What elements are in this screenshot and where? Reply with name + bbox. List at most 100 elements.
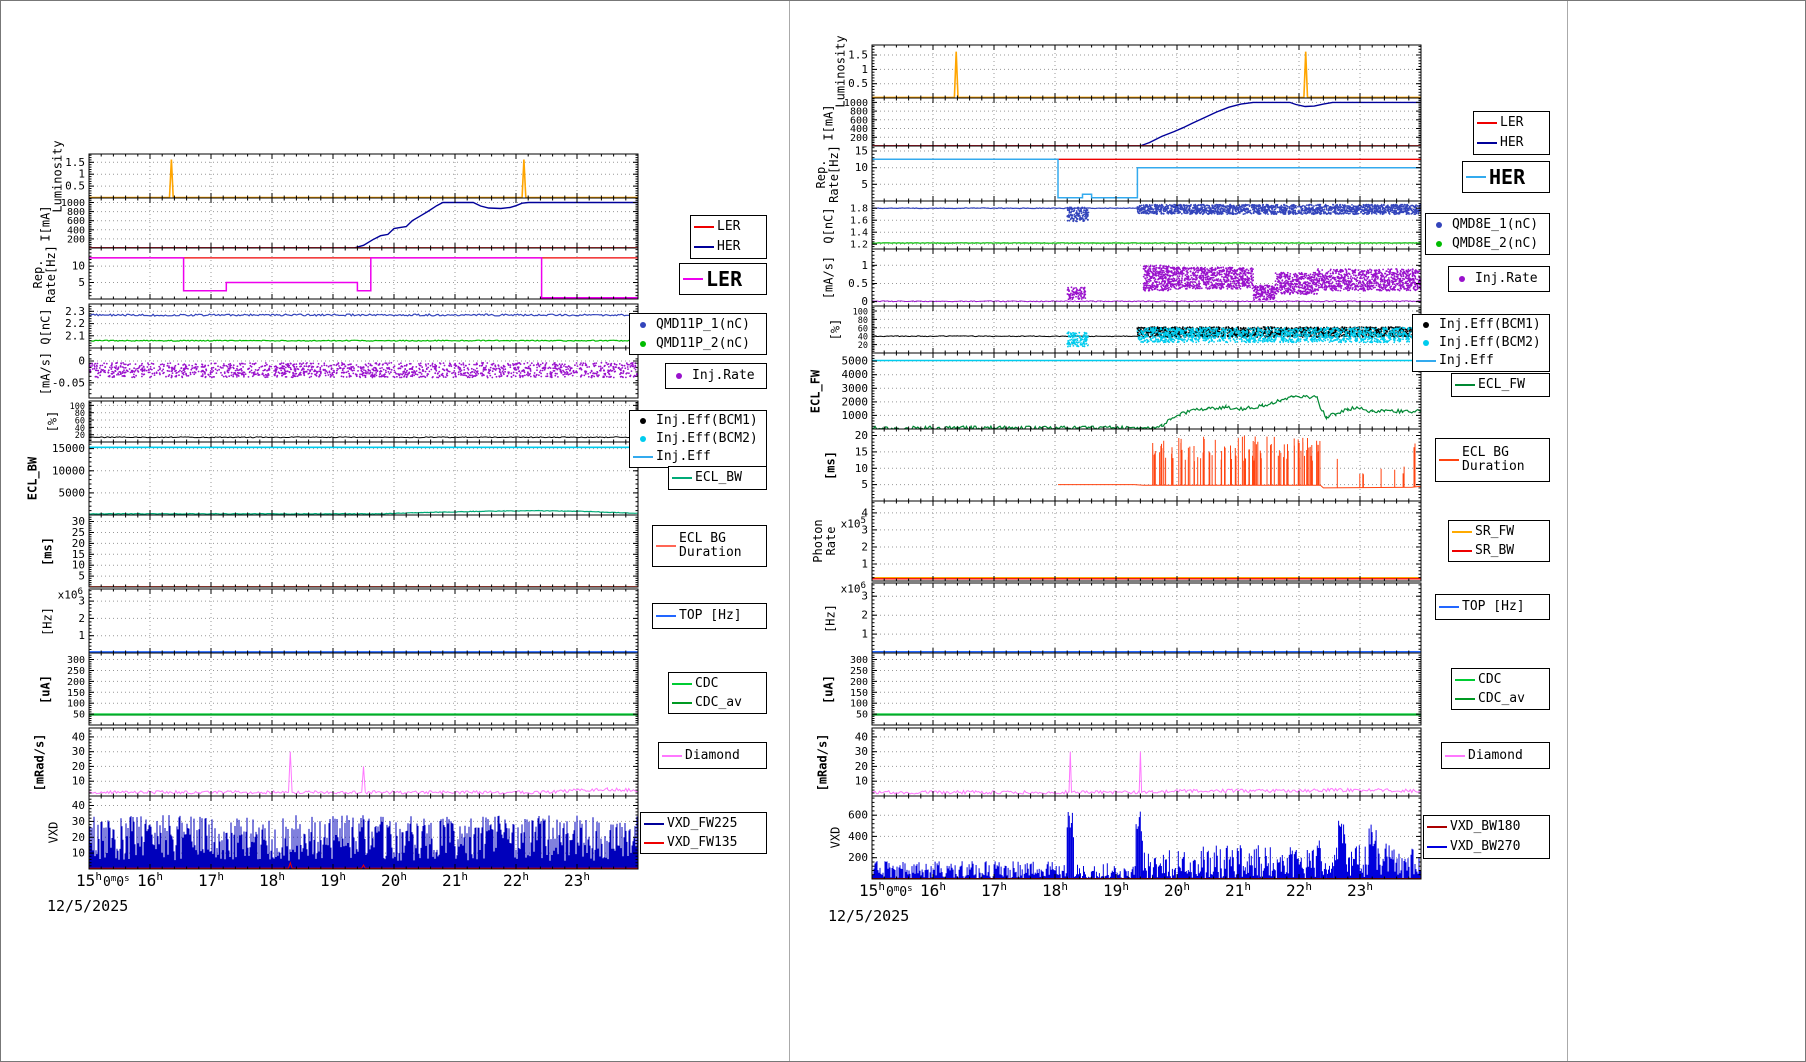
legend-entry: TOP [Hz] <box>1436 600 1549 614</box>
legend-entry: CDC <box>1452 673 1549 687</box>
legend-label: Inj.Eff(BCM1) <box>1439 318 1541 332</box>
ylabel-mrad-0: [mRad/s] <box>34 702 47 822</box>
legend-label: VXD_BW270 <box>1450 840 1520 854</box>
legend-label: LER <box>706 272 742 286</box>
svg-text:250: 250 <box>67 666 85 677</box>
legend-top-1: TOP [Hz] <box>1435 594 1550 620</box>
line-marker-icon <box>1452 384 1478 386</box>
line-marker-icon <box>1424 846 1450 848</box>
subplot-rep-0: 105 <box>72 248 638 299</box>
beam-background-monitor-page: 1.510.510008006004002001052.32.22.10-0.0… <box>0 0 1806 1062</box>
svg-text:200: 200 <box>67 677 85 688</box>
subplot-ecl-0: 15000100005000 <box>52 442 638 515</box>
legend-entry: TOP [Hz] <box>653 609 766 623</box>
legend-injeff-1: Inj.Eff(BCM1) Inj.Eff(BCM2) Inj.Eff <box>1412 314 1550 372</box>
legend-entry: QMD11P_2(nC) <box>630 337 766 351</box>
subplot-pct-0: 10080604020 <box>70 401 638 442</box>
svg-text:5: 5 <box>78 276 85 289</box>
line-marker-icon <box>1449 550 1475 552</box>
line-marker-icon <box>1436 459 1462 461</box>
subplot-rep-1: 15105 <box>855 145 1421 202</box>
legend-injeff-0: Inj.Eff(BCM1)Inj.Eff(BCM2)Inj.Eff <box>629 410 767 468</box>
svg-text:5: 5 <box>861 178 868 191</box>
dot-marker-icon <box>1426 222 1452 228</box>
subplot-lumi-0: 1.510.5 <box>65 154 638 198</box>
svg-text:30: 30 <box>72 745 85 758</box>
svg-text:1: 1 <box>861 63 868 76</box>
legend-entry: Inj.Eff(BCM1) <box>630 414 766 428</box>
subplot-mrad-0: 40302010 <box>72 728 638 796</box>
line-marker-icon <box>680 278 706 280</box>
subplot-top-0: 321 <box>78 589 638 653</box>
legend-label: Inj.Eff(BCM2) <box>1439 336 1541 350</box>
legend-ring-0: LER <box>679 263 767 295</box>
svg-text:200: 200 <box>67 234 85 245</box>
legend-label: HER <box>1500 136 1523 150</box>
legend-diamond-1: Diamond <box>1441 742 1550 769</box>
svg-text:40: 40 <box>72 799 85 812</box>
legend-current-1: LERHER <box>1473 111 1550 155</box>
legend-label: QMD8E_1(nC) <box>1452 218 1538 232</box>
line-marker-icon <box>1474 122 1500 124</box>
scale-label-photon-1: x105 <box>808 515 866 531</box>
svg-text:50: 50 <box>73 710 85 721</box>
svg-text:15: 15 <box>855 145 868 158</box>
legend-entry: LER <box>691 220 766 234</box>
subplot-ima-0: 1000800600400200 <box>61 198 638 248</box>
subplot-q-1: 1.81.61.41.2 <box>850 201 1422 251</box>
x-tick-label: 22h <box>503 870 529 890</box>
svg-text:20: 20 <box>72 831 85 844</box>
legend-label: ECL_FW <box>1478 378 1525 392</box>
legend-charge-1: QMD8E_1(nC)QMD8E_2(nC) <box>1425 213 1550 255</box>
legend-entry: HER <box>1474 136 1549 150</box>
svg-text:200: 200 <box>850 133 868 144</box>
legend-entry: SR_FW <box>1449 525 1549 539</box>
ylabel-vxd-1: VXD <box>830 778 843 898</box>
dot-marker-icon <box>630 322 656 328</box>
legend-entry: Inj.Eff <box>1413 354 1549 368</box>
legend-label: SR_BW <box>1475 544 1514 558</box>
legend-label: CDC_av <box>1478 692 1525 706</box>
legend-label: Inj.Eff(BCM1) <box>656 414 758 428</box>
svg-text:2.3: 2.3 <box>65 305 85 318</box>
line-marker-icon <box>659 755 685 757</box>
subplot-pct-1: 10080604020 <box>853 306 1422 353</box>
legend-label: Inj.Rate <box>1475 272 1538 286</box>
legend-label: Inj.Eff(BCM2) <box>656 432 758 446</box>
x-tick-label: 19h <box>1103 880 1129 900</box>
date-right: 12/5/2025 <box>828 907 909 925</box>
legend-eclbg-1: ECL BG Duration <box>1435 438 1550 482</box>
dot-marker-icon <box>1413 322 1439 328</box>
subplot-ms-1: 2015105 <box>855 429 1421 501</box>
x-tick-label: 17h <box>198 870 224 890</box>
x-tick-label: 18h <box>1042 880 1068 900</box>
subplot-top-1: 321 <box>861 583 1421 653</box>
subplot-lumi-1: 1.510.5 <box>848 45 1421 98</box>
x-tick-label: 16h <box>137 870 163 890</box>
legend-label: ECL BG Duration <box>1462 446 1525 474</box>
scale-label-top-0: x106 <box>25 586 83 602</box>
x-tick-label: 23h <box>1347 880 1373 900</box>
legend-label: CDC <box>1478 673 1501 687</box>
legend-eclfw-1: ECL_FW <box>1451 373 1550 397</box>
legend-entry: ECL_FW <box>1452 378 1549 392</box>
svg-text:2.1: 2.1 <box>65 329 85 342</box>
legend-label: VXD_FW135 <box>667 836 737 850</box>
dot-marker-icon <box>630 341 656 347</box>
subplot-ua-0: 30025020015010050 <box>67 653 638 725</box>
legend-entry: Inj.Eff(BCM2) <box>1413 336 1549 350</box>
ylabel-pct-0: [%] <box>47 362 60 482</box>
svg-text:30: 30 <box>72 815 85 828</box>
subplot-mas-1: 10.50 <box>848 249 1422 308</box>
legend-entry: HER <box>691 240 766 254</box>
x-tick-label: 17h <box>981 880 1007 900</box>
legend-entry: VXD_BW180 <box>1424 820 1549 834</box>
dot-marker-icon <box>630 436 656 442</box>
line-marker-icon <box>641 842 667 844</box>
line-marker-icon <box>630 456 656 458</box>
x-tick-label: 21h <box>1225 880 1251 900</box>
date-left: 12/5/2025 <box>47 897 128 915</box>
line-marker-icon <box>641 823 667 825</box>
legend-label: Inj.Eff <box>1439 354 1494 368</box>
line-marker-icon <box>1442 755 1468 757</box>
